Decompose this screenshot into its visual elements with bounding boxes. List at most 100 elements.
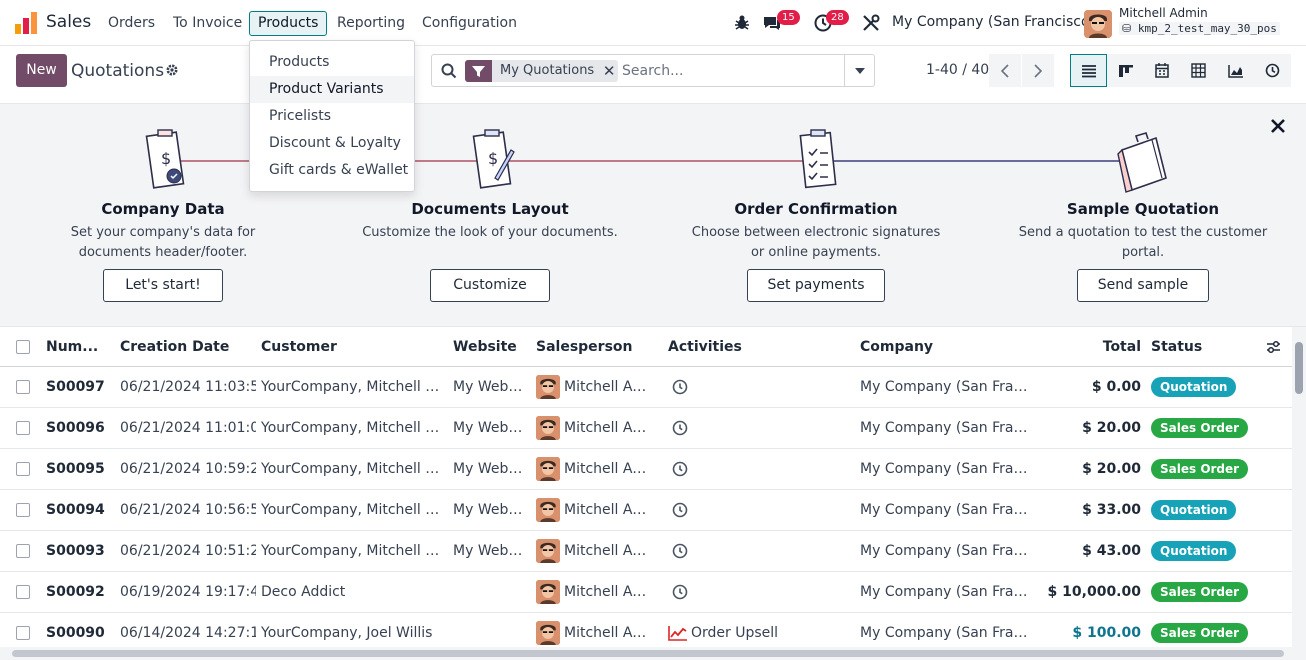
view-list[interactable] xyxy=(1070,54,1107,87)
table-row[interactable]: S00093 06/21/2024 10:51:24 YourCompany, Mi… xyxy=(0,531,1292,572)
activity-clock-icon[interactable] xyxy=(672,379,688,395)
website-cell: My Website xyxy=(453,531,526,571)
dropdown-item-gift-cards[interactable]: Gift cards & eWallet xyxy=(250,157,414,184)
salesperson-avatar xyxy=(536,375,560,399)
activity-clock-icon[interactable] xyxy=(672,584,688,600)
select-all-checkbox[interactable] xyxy=(16,340,30,354)
status-cell: Sales Order xyxy=(1151,449,1261,489)
table-row[interactable]: S00096 06/21/2024 11:01:08 YourCompany, Mi… xyxy=(0,408,1292,449)
activity-clock-icon[interactable] xyxy=(672,502,688,518)
website-cell: My Website xyxy=(453,408,526,448)
app-name[interactable]: Sales xyxy=(46,12,91,32)
user-name[interactable]: Mitchell Admin xyxy=(1119,6,1208,20)
activity-cell[interactable] xyxy=(668,408,708,448)
dropdown-item-discount-loyalty[interactable]: Discount & Loyalty xyxy=(250,130,414,157)
row-checkbox[interactable] xyxy=(16,462,30,476)
salesperson-avatar-icon xyxy=(536,457,560,481)
vertical-scrollbar-thumb[interactable] xyxy=(1295,342,1303,394)
kanban-view-icon xyxy=(1118,64,1133,77)
status-cell: Quotation xyxy=(1151,531,1261,571)
customer-name: YourCompany, Mitchell Admin xyxy=(261,501,443,518)
table-row[interactable]: S00097 06/21/2024 11:03:53 YourCompany, Mi… xyxy=(0,367,1292,408)
pager-previous[interactable] xyxy=(989,54,1021,87)
view-activity[interactable] xyxy=(1254,54,1291,87)
status-badge: Quotation xyxy=(1151,377,1237,397)
column-company[interactable]: Company xyxy=(860,327,1040,366)
horizontal-scrollbar[interactable] xyxy=(0,647,1292,660)
column-website[interactable]: Website xyxy=(453,327,528,366)
gear-icon[interactable] xyxy=(165,63,179,77)
send-sample-button[interactable]: Send sample xyxy=(1077,269,1209,302)
row-checkbox[interactable] xyxy=(16,626,30,640)
customer-cell: Deco Addict xyxy=(261,572,443,612)
column-status[interactable]: Status xyxy=(1151,327,1241,366)
table-row[interactable]: S00094 06/21/2024 10:56:58 YourCompany, Mi… xyxy=(0,490,1292,531)
order-number: S00095 xyxy=(46,461,105,477)
order-total: $ 43.00 xyxy=(1082,543,1141,559)
dropdown-item-products[interactable]: Products xyxy=(250,49,414,76)
activity-cell[interactable] xyxy=(668,367,708,407)
onboarding-banner: $ Company Data Set your company's data f… xyxy=(0,103,1306,327)
search-icon[interactable] xyxy=(441,63,457,79)
column-number[interactable]: Num... xyxy=(46,327,116,366)
dropdown-item-product-variants[interactable]: Product Variants xyxy=(250,76,414,103)
view-graph[interactable] xyxy=(1217,54,1254,87)
menu-products[interactable]: Products xyxy=(249,11,328,36)
table-row[interactable]: S00095 06/21/2024 10:59:22 YourCompany, Mi… xyxy=(0,449,1292,490)
column-customer[interactable]: Customer xyxy=(261,327,441,366)
creation-date: 06/21/2024 10:56:58 xyxy=(120,502,256,518)
pager-next[interactable] xyxy=(1022,54,1054,87)
close-icon[interactable] xyxy=(1268,116,1288,136)
pager-value[interactable]: 1-40 / 40 xyxy=(926,62,989,78)
tools-icon[interactable] xyxy=(861,13,881,33)
menu-to-invoice[interactable]: To Invoice xyxy=(164,11,251,36)
new-button[interactable]: New xyxy=(16,54,67,87)
step-description: Customize the look of your documents. xyxy=(362,225,618,240)
facet-remove-icon[interactable]: ✕ xyxy=(600,60,618,82)
sales-app-logo-icon[interactable] xyxy=(14,11,38,35)
step-description: Choose between electronic signatures or … xyxy=(691,225,941,260)
activity-clock-icon[interactable] xyxy=(672,420,688,436)
column-creation-date[interactable]: Creation Date xyxy=(120,327,250,366)
row-checkbox[interactable] xyxy=(16,503,30,517)
activity-clock-icon[interactable] xyxy=(672,461,688,477)
company-switcher[interactable]: My Company (San Francisco) xyxy=(892,14,1095,30)
view-kanban[interactable] xyxy=(1107,54,1144,87)
view-pivot[interactable] xyxy=(1180,54,1217,87)
activity-cell[interactable] xyxy=(668,572,708,612)
chevron-left-icon xyxy=(1001,63,1009,78)
row-checkbox[interactable] xyxy=(16,380,30,394)
column-activities[interactable]: Activities xyxy=(668,327,848,366)
status-cell: Quotation xyxy=(1151,367,1261,407)
activity-cell[interactable] xyxy=(668,490,708,530)
website-name: My Website xyxy=(453,419,526,436)
lets-start-button[interactable]: Let's start! xyxy=(103,269,223,302)
bug-icon[interactable] xyxy=(732,13,752,33)
customize-button[interactable]: Customize xyxy=(430,269,550,302)
menu-configuration[interactable]: Configuration xyxy=(413,11,526,36)
user-avatar[interactable] xyxy=(1084,10,1112,38)
activity-cell[interactable] xyxy=(668,449,708,489)
status-badge: Sales Order xyxy=(1151,459,1249,479)
dropdown-item-pricelists[interactable]: Pricelists xyxy=(250,103,414,130)
activities-badge: 28 xyxy=(826,10,849,25)
activity-cell[interactable] xyxy=(668,531,708,571)
company-cell: My Company (San Francisco) xyxy=(860,408,1036,448)
column-total[interactable]: Total xyxy=(1050,327,1141,366)
menu-reporting[interactable]: Reporting xyxy=(328,11,414,36)
vertical-scrollbar[interactable] xyxy=(1292,327,1306,660)
view-calendar[interactable] xyxy=(1143,54,1180,87)
column-salesperson[interactable]: Salesperson xyxy=(536,327,656,366)
row-checkbox[interactable] xyxy=(16,544,30,558)
menu-orders[interactable]: Orders xyxy=(99,11,164,36)
activity-clock-icon[interactable] xyxy=(672,543,688,559)
table-row[interactable]: S00092 06/19/2024 19:17:40 Deco Addict Mitc… xyxy=(0,572,1292,613)
row-checkbox[interactable] xyxy=(16,585,30,599)
horizontal-scrollbar-thumb[interactable] xyxy=(12,650,1284,657)
set-payments-button[interactable]: Set payments xyxy=(747,269,885,302)
column-settings-icon[interactable] xyxy=(1266,340,1281,354)
step-title: Order Confirmation xyxy=(734,200,898,218)
search-input[interactable] xyxy=(622,60,842,82)
row-checkbox[interactable] xyxy=(16,421,30,435)
search-options-toggle[interactable] xyxy=(844,55,874,86)
